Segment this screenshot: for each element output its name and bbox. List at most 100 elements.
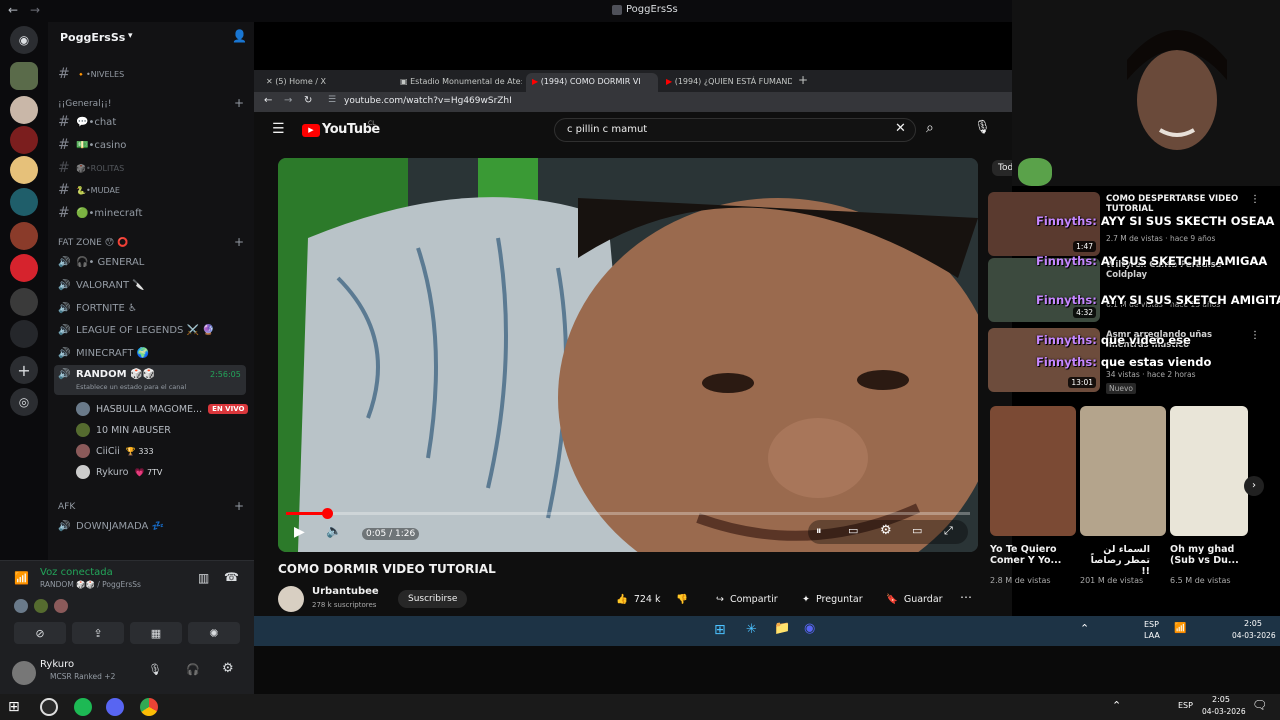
soundboard-button[interactable]: ✺ [188,622,240,644]
tab-como-dormir[interactable]: ▶ (1994) COMO DORMIR VI [526,73,658,92]
reload-icon[interactable]: ↻ [304,95,312,106]
save-button[interactable]: 🔖 Guardar [886,588,943,610]
windows-start-icon[interactable]: ⊞ [8,699,20,715]
ask-button[interactable]: ✦ Preguntar [802,588,863,610]
add-server-icon[interactable]: + [10,356,38,384]
voice-channel-general[interactable]: 🔊 🎧• GENERAL [58,252,144,272]
tray-time[interactable]: 2:05 [1244,619,1262,628]
short-title[interactable]: السماء لن تمطر رصاصاً !! [1080,544,1150,577]
notification-icon[interactable]: 🗨 [1252,698,1267,712]
voice-channel-afk[interactable]: 🔊 DOWNJAMADA 💤 [58,516,164,536]
short-title[interactable]: Oh my ghad (Sub vs Du... [1170,544,1240,566]
add-channel-icon[interactable]: + [234,499,244,513]
back-arrow-icon[interactable]: ← [8,3,18,17]
user-avatar[interactable] [12,661,36,685]
discord-app-icon[interactable]: ◉ [804,621,815,636]
settings-icon[interactable]: ⚙ [880,523,892,538]
more-vert-icon[interactable]: ⋮ [1250,194,1260,205]
windows-start-icon[interactable]: ⊞ [714,622,726,638]
channel-casino[interactable]: # 💵•casino [58,135,126,155]
clear-search-icon[interactable]: ✕ [895,121,906,136]
fullscreen-icon[interactable]: ⤢ [944,524,953,538]
spotify-icon[interactable] [74,698,92,716]
voice-status[interactable]: Voz conectada [40,567,113,578]
add-channel-icon[interactable]: + [234,235,244,249]
subscribe-button[interactable]: Suscribirse [398,590,468,608]
short-thumbnail[interactable] [1170,406,1248,536]
youtube-logo-icon[interactable]: ▶ [302,124,320,137]
autoplay-toggle-icon[interactable]: ⏸ [816,524,822,538]
microphone-icon[interactable]: 🎙 [148,663,162,676]
activities-button[interactable]: ▦ [130,622,182,644]
server-icon[interactable] [10,288,38,316]
next-arrow-icon[interactable]: › [1244,476,1264,496]
voice-location[interactable]: RANDOM 🎲🎲 / PoggErsSs [40,580,141,589]
voice-user[interactable]: HASBULLA MAGOME... EN VIVO [76,400,249,418]
discover-icon[interactable]: ◎ [10,388,38,416]
play-icon[interactable]: ▶ [294,524,305,540]
channel-name[interactable]: Urbantubee [312,586,379,597]
wifi-icon[interactable]: 📶 [1174,623,1186,634]
short-thumbnail[interactable] [1080,406,1166,536]
more-icon[interactable]: ⋯ [960,590,972,604]
channel-niveles[interactable]: # 🔸•NIVELES [58,64,124,84]
voice-user[interactable]: CiiCii 🏆 333 [76,442,154,460]
related-title[interactable]: COMO DESPERTARSE VIDEO TUTORIAL [1106,194,1246,214]
site-info-icon[interactable]: ☰ [328,95,336,105]
app-icon[interactable]: ✳ [746,622,757,637]
url-input[interactable]: youtube.com/watch?v=Hg469wSrZhI [344,96,512,106]
search-input[interactable]: c pillin c mamut [554,118,916,142]
server-icon[interactable] [10,222,38,250]
channel-status[interactable]: Establece un estado para el canal [76,383,186,391]
category-general[interactable]: ¡¡General¡¡! [58,99,112,109]
server-name[interactable]: PoggErsSs [60,31,125,44]
server-icon[interactable] [10,126,38,154]
tray-lang[interactable]: ESP [1144,620,1159,629]
category-afk[interactable]: AFK [58,502,75,512]
like-button[interactable]: 👍 724 k [616,588,661,610]
share-button[interactable]: ↪ Compartir [716,588,778,610]
channel-mudae[interactable]: # 🐍•MUDAE [58,180,120,200]
video-player[interactable]: ▶ 🔈 0:05 / 1:26 ⏸ ▭ ⚙ ▭ ⤢ [278,158,978,552]
server-icon[interactable] [10,96,38,124]
folder-icon[interactable]: 📁 [774,621,790,636]
voice-user[interactable]: Rykuro 💗 7TV [76,463,162,481]
gear-icon[interactable]: ⚙ [222,661,234,676]
chevron-up-icon[interactable]: ⌃ [1112,699,1121,712]
username[interactable]: Rykuro [40,659,74,670]
volume-icon[interactable]: 🔈 [326,524,342,539]
headphones-icon[interactable]: 🎧 [186,663,200,676]
channel-chat[interactable]: # 💬•chat [58,112,116,132]
short-thumbnail[interactable] [990,406,1076,536]
short-title[interactable]: Yo Te Quiero Comer Y Yo... [990,544,1070,566]
camera-off-button[interactable]: ⊘ [14,622,66,644]
microphone-icon[interactable]: 🎙 [974,120,991,135]
dislike-button[interactable]: 👎 [676,588,688,610]
server-icon[interactable] [10,254,38,282]
new-tab-icon[interactable]: + [798,73,808,87]
theater-mode-icon[interactable]: ▭ [912,524,922,537]
voice-channel-valorant[interactable]: 🔊 VALORANT 🔪 [58,275,145,295]
chrome-icon[interactable] [140,698,158,716]
chevron-down-icon[interactable]: ▾ [128,31,133,41]
forward-icon[interactable]: → [284,95,292,106]
forward-arrow-icon[interactable]: → [30,3,40,17]
menu-icon[interactable]: ☰ [272,121,285,137]
voice-channel-random[interactable]: 🔊 RANDOM 🎲🎲 2:56:05 Establece un estado … [54,365,246,395]
category-fatzone[interactable]: FAT ZONE 😯 ⭕ [58,238,128,248]
voice-user[interactable]: 10 MIN ABUSER [76,421,171,439]
discord-icon[interactable] [106,698,124,716]
back-icon[interactable]: ← [264,95,272,106]
tab-x[interactable]: ✕ (5) Home / X [260,73,390,92]
screen-share-button[interactable]: ⇪ [72,622,124,644]
chevron-up-icon[interactable]: ⌃ [1080,622,1089,635]
server-icon[interactable] [10,156,38,184]
discord-home-icon[interactable]: ◉ [10,26,38,54]
server-folder-icon[interactable] [10,320,38,348]
channel-rolitas[interactable]: # 🎲•ROLITAS [58,158,124,178]
tab-estadio[interactable]: ▣ Estadio Monumental de Ate: C [394,73,522,92]
progress-track[interactable] [286,508,970,519]
invite-icon[interactable]: 👤 [232,29,247,43]
voice-channel-fortnite[interactable]: 🔊 FORTNITE ♿ [58,298,137,318]
voice-channel-lol[interactable]: 🔊 LEAGUE OF LEGENDS ⚔️ 🔮 [58,320,215,340]
